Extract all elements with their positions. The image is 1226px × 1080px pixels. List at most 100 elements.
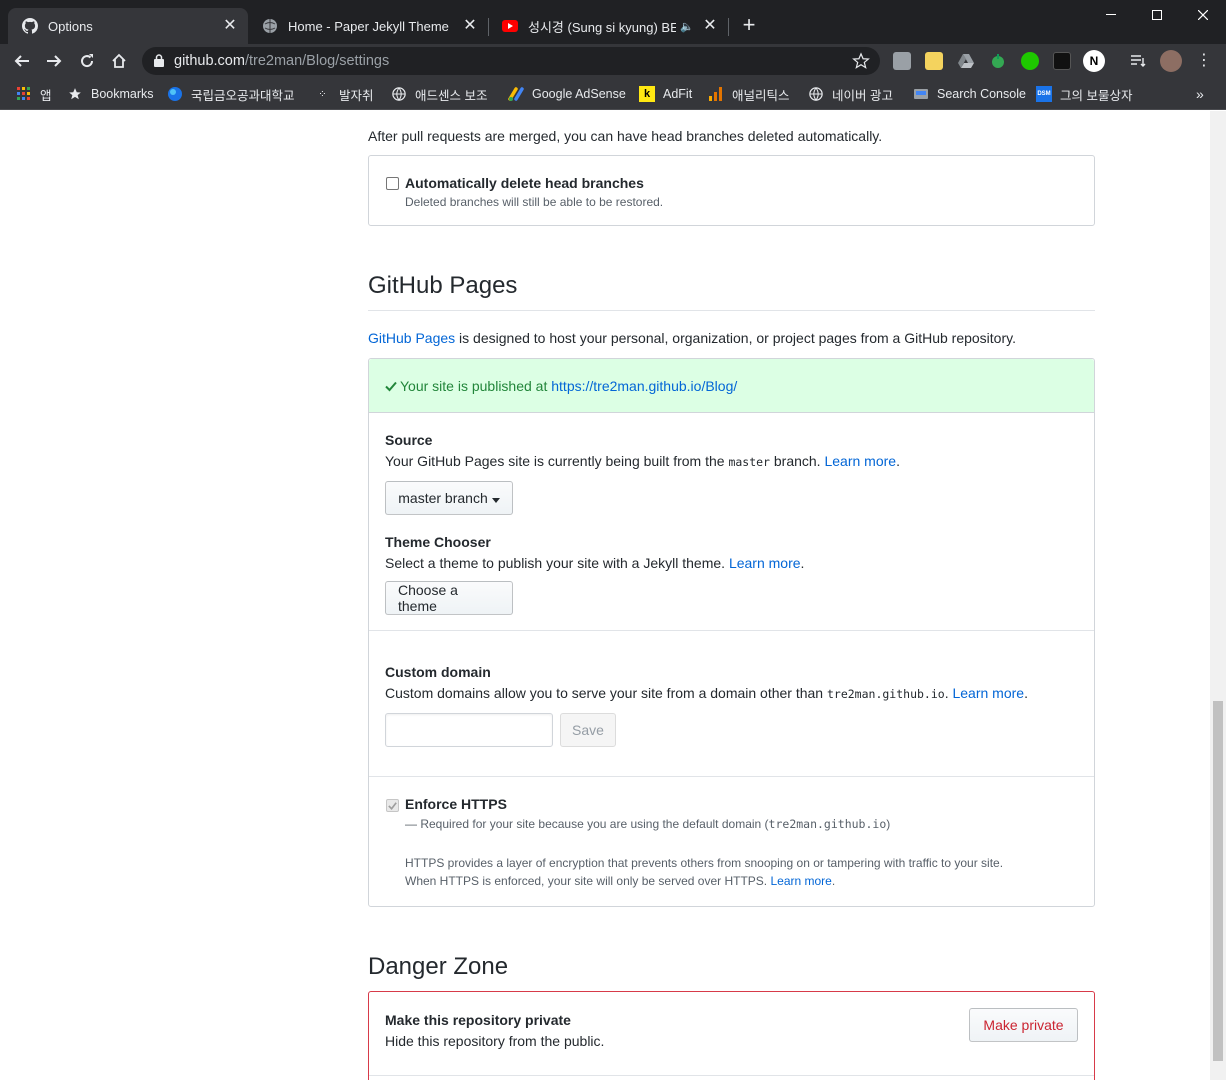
bookmark-naver-ads[interactable]: 네이버 광고 (808, 85, 893, 103)
tab-paper-jekyll[interactable]: Home - Paper Jekyll Theme ✕ (248, 8, 488, 44)
extension-icon[interactable] (893, 52, 911, 70)
theme-desc: Select a theme to publish your site with… (385, 555, 805, 571)
home-icon (112, 53, 126, 68)
extension-notes-icon[interactable] (925, 52, 943, 70)
branch-code: master (728, 455, 770, 469)
published-flash: Your site is published at https://tre2ma… (369, 359, 1094, 413)
caret-down-icon (491, 490, 500, 506)
github-pages-box: Your site is published at https://tre2ma… (368, 358, 1095, 907)
theme-learn-more-link[interactable]: Learn more (729, 555, 801, 571)
extension-clipboard-icon[interactable] (1053, 52, 1071, 70)
media-queue-icon[interactable] (1129, 52, 1147, 70)
arrow-left-icon (14, 55, 29, 67)
dsm-icon: DSM (1036, 86, 1052, 102)
url-text: github.com/tre2man/Blog/settings (174, 53, 390, 69)
scrollbar-thumb[interactable] (1213, 701, 1223, 1061)
https-learn-more-link[interactable]: Learn more (770, 874, 831, 888)
bookmark-kumoh[interactable]: 국립금오공과대학교 (167, 85, 295, 103)
save-domain-button[interactable]: Save (560, 713, 616, 747)
enforce-https-checkbox[interactable] (386, 799, 399, 812)
make-private-desc: Hide this repository from the public. (385, 1033, 605, 1049)
theme-title: Theme Chooser (385, 534, 491, 550)
menu-kebab-icon[interactable]: ⋮ (1194, 51, 1214, 71)
google-drive-icon[interactable] (957, 52, 975, 70)
youtube-icon (502, 18, 518, 34)
custom-domain-input[interactable] (385, 713, 553, 747)
bookmark-label: Google AdSense (532, 87, 626, 101)
minimize-button[interactable] (1088, 0, 1134, 30)
globe-icon (262, 18, 278, 34)
close-tab-icon[interactable]: ✕ (462, 18, 478, 34)
reload-button[interactable] (75, 49, 99, 73)
dots-icon: ⁘ (318, 88, 328, 100)
tab-youtube[interactable]: 성시경 (Sung si kyung) BEST 🔈 ✕ (488, 8, 728, 44)
maximize-button[interactable] (1134, 0, 1180, 30)
source-learn-more-link[interactable]: Learn more (824, 453, 896, 469)
bookmark-treasure-box[interactable]: DSM 그의 보물상자 (1036, 85, 1132, 103)
bookmark-analytics[interactable]: 애널리틱스 (708, 85, 790, 103)
forward-button[interactable] (42, 49, 66, 73)
divider (369, 630, 1094, 631)
new-tab-button[interactable]: + (738, 14, 760, 36)
auto-delete-note: Deleted branches will still be able to b… (405, 195, 664, 209)
tab-options[interactable]: Options ✕ (8, 8, 248, 44)
github-icon (22, 18, 38, 34)
close-window-button[interactable] (1180, 0, 1226, 30)
globe-icon (808, 86, 824, 102)
globe-icon (391, 86, 407, 102)
bookmark-label: 애드센스 보조 (415, 88, 488, 103)
bookmark-adsense-helper[interactable]: 애드센스 보조 (391, 85, 487, 103)
https-para-1: HTTPS provides a layer of encryption tha… (405, 856, 1004, 870)
github-pages-heading: GitHub Pages (368, 272, 1095, 311)
close-tab-icon[interactable]: ✕ (702, 18, 718, 34)
delete-branches-intro: After pull requests are merged, you can … (368, 128, 883, 144)
close-tab-icon[interactable]: ✕ (222, 18, 238, 34)
make-private-button[interactable]: Make private (969, 1008, 1078, 1042)
auto-delete-checkbox[interactable] (386, 177, 399, 190)
address-bar[interactable]: github.com/tre2man/Blog/settings (142, 47, 880, 75)
profile-avatar[interactable] (1160, 50, 1182, 72)
extension-leaf-icon[interactable] (989, 52, 1007, 70)
bookmark-search-console[interactable]: Search Console (913, 85, 1026, 103)
custom-domain-learn-more-link[interactable]: Learn more (952, 685, 1024, 701)
home-button[interactable] (107, 49, 131, 73)
search-console-icon (913, 86, 929, 102)
divider (369, 776, 1094, 777)
custom-domain-title: Custom domain (385, 664, 491, 680)
speaker-icon[interactable]: 🔈 (680, 20, 694, 33)
adsense-icon (508, 86, 524, 102)
enforce-https-note: — Required for your site because you are… (405, 817, 891, 831)
bookmark-label: 애널리틱스 (732, 88, 790, 103)
bookmark-apps[interactable]: 앱 (16, 85, 52, 103)
extension-thumb-icon[interactable] (1021, 52, 1039, 70)
star-icon (67, 86, 83, 102)
danger-zone-box: Make this repository private Hide this r… (368, 991, 1095, 1080)
published-message: Your site is published at https://tre2ma… (400, 378, 738, 394)
tab-title: 성시경 (Sung si kyung) BEST (528, 19, 677, 35)
bookmarks-overflow-icon[interactable]: » (1196, 85, 1204, 103)
divider (369, 1075, 1094, 1076)
auto-delete-label[interactable]: Automatically delete head branches (405, 173, 644, 193)
reload-icon (81, 54, 94, 68)
source-branch-dropdown[interactable]: master branch (385, 481, 513, 515)
profile-n-badge[interactable]: N (1083, 50, 1105, 72)
bookmark-google-adsense[interactable]: Google AdSense (508, 85, 626, 103)
back-button[interactable] (10, 49, 34, 73)
choose-theme-button[interactable]: Choose a theme (385, 581, 513, 615)
page-scrollbar[interactable] (1210, 111, 1226, 1080)
bookmark-bookmarks[interactable]: Bookmarks (67, 85, 154, 103)
delete-branches-box: Automatically delete head branches Delet… (368, 155, 1095, 226)
published-url-link[interactable]: https://tre2man.github.io/Blog/ (551, 378, 737, 394)
github-pages-link[interactable]: GitHub Pages (368, 330, 455, 346)
bookmark-label: 그의 보물상자 (1060, 88, 1133, 103)
lock-icon[interactable] (154, 54, 164, 72)
bookmark-star-icon[interactable] (852, 52, 870, 75)
browser-tabstrip: Options ✕ Home - Paper Jekyll Theme ✕ 성시… (0, 0, 1226, 44)
bookmark-label: 네이버 광고 (832, 88, 893, 103)
bookmarks-bar: 앱 Bookmarks 국립금오공과대학교 ⁘ 발자취 애드센스 보조 Goog… (0, 78, 1226, 110)
bookmark-label: Search Console (937, 87, 1026, 101)
checkmark-icon (388, 802, 397, 810)
bookmark-adfit[interactable]: k AdFit (639, 85, 692, 103)
bookmark-footprint[interactable]: ⁘ 발자취 (315, 85, 373, 103)
enforce-https-label[interactable]: Enforce HTTPS (405, 794, 507, 814)
